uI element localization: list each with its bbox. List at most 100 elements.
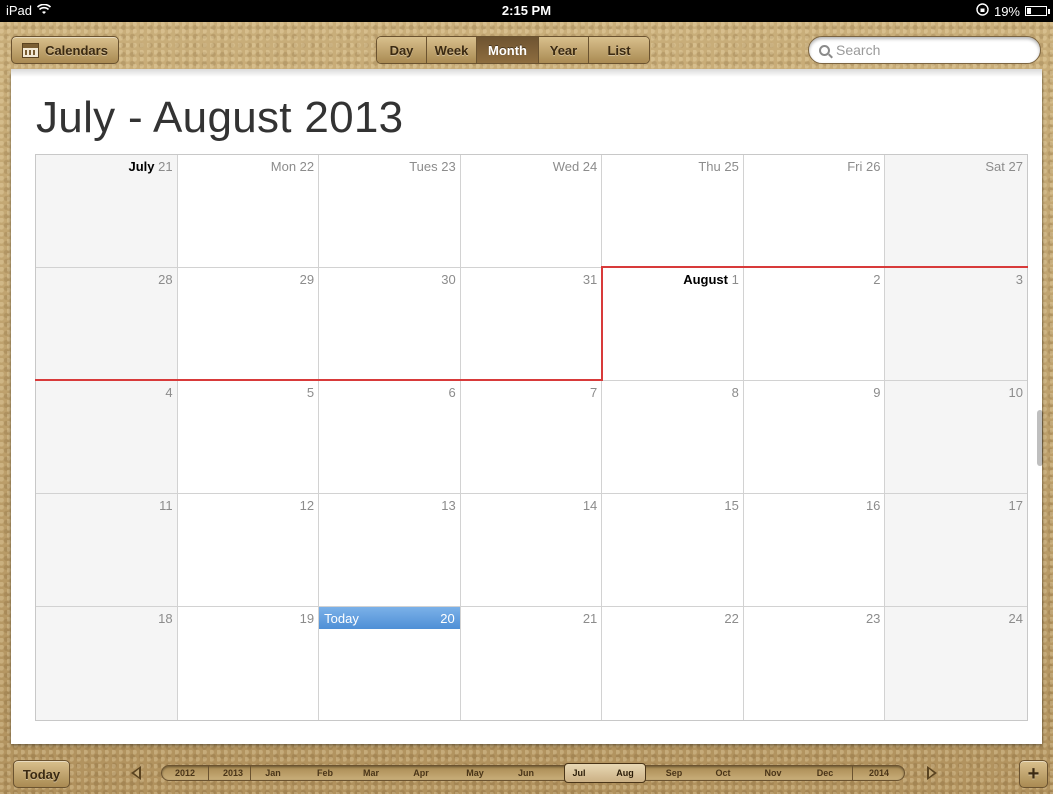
day-number: 16	[865, 498, 881, 513]
day-label: 16	[866, 498, 880, 513]
month-grid: July 21 Mon 22 Tues 23 Wed 24 Thu 25 Fri 26 Sa…	[35, 154, 1028, 721]
day-cell[interactable]: 14	[460, 494, 603, 607]
day-cell[interactable]: 7	[460, 381, 603, 494]
view-week-button[interactable]: Week	[427, 37, 477, 63]
day-cell[interactable]: 3	[885, 268, 1027, 381]
today-indicator: Today 20	[319, 607, 460, 629]
day-cell[interactable]: Fri 26	[743, 155, 886, 268]
day-cell[interactable]: 10	[885, 381, 1027, 494]
month-boundary-line	[602, 266, 1028, 268]
day-number: Thu 25	[698, 159, 739, 174]
day-cell[interactable]: 16	[743, 494, 886, 607]
day-cell[interactable]: 8	[602, 381, 744, 494]
day-cell[interactable]: 23	[743, 607, 886, 720]
view-list-button[interactable]: List	[589, 37, 649, 63]
day-cell[interactable]: 21	[460, 607, 603, 720]
day-cell[interactable]: August 1	[602, 268, 744, 381]
day-number: 31	[582, 272, 598, 287]
timeline-separator	[852, 766, 853, 780]
day-label: August 1	[683, 272, 739, 287]
timeline-item[interactable]: Aug	[611, 765, 639, 781]
timeline-item[interactable]: 2014	[860, 765, 898, 781]
today-button[interactable]: Today	[13, 760, 70, 788]
month-boundary-line	[601, 266, 603, 381]
day-cell[interactable]: 29	[177, 268, 320, 381]
day-number: 10	[1008, 385, 1023, 400]
calendars-button[interactable]: Calendars	[11, 36, 119, 64]
day-number: 4	[165, 385, 173, 400]
day-number: 6	[448, 385, 456, 400]
day-label: 17	[1009, 498, 1023, 513]
day-label: 18	[158, 611, 172, 626]
add-event-button[interactable]: +	[1019, 760, 1048, 788]
day-cell[interactable]: 13	[319, 494, 461, 607]
day-cell[interactable]: Today 20	[319, 607, 461, 720]
day-cell[interactable]: 22	[602, 607, 744, 720]
timeline-item[interactable]: Oct	[710, 765, 736, 781]
day-cell[interactable]: 31	[460, 268, 603, 381]
timeline-item[interactable]: 2012	[166, 765, 204, 781]
day-cell[interactable]: 12	[177, 494, 320, 607]
day-number: 28	[158, 272, 173, 287]
day-label: Tues 23	[409, 159, 456, 174]
day-cell[interactable]: 6	[319, 381, 461, 494]
day-label: Fri 26	[847, 159, 880, 174]
timeline-prev-arrow-icon[interactable]	[131, 766, 141, 780]
timeline-next-arrow-icon[interactable]	[927, 766, 937, 780]
day-number: 1	[728, 272, 739, 287]
day-number: 5	[306, 385, 315, 400]
day-cell[interactable]: 17	[885, 494, 1027, 607]
day-cell[interactable]: Sat 27	[885, 155, 1027, 268]
view-month-button[interactable]: Month	[477, 37, 539, 63]
day-cell[interactable]: 4	[36, 381, 178, 494]
month-name-label: July	[128, 159, 155, 174]
day-number: 21	[582, 611, 598, 626]
day-cell[interactable]: 18	[36, 607, 178, 720]
day-number: 9	[873, 385, 881, 400]
timeline-item[interactable]: Apr	[407, 765, 435, 781]
day-cell[interactable]: 2	[743, 268, 886, 381]
day-cell[interactable]: 30	[319, 268, 461, 381]
timeline-item[interactable]: Feb	[313, 765, 337, 781]
timeline-item[interactable]: Jan	[261, 765, 285, 781]
timeline-item[interactable]: Mar	[358, 765, 384, 781]
view-year-button[interactable]: Year	[539, 37, 589, 63]
timeline-item[interactable]: Dec	[808, 765, 842, 781]
day-label: July 21	[128, 159, 172, 174]
day-cell[interactable]: 19	[177, 607, 320, 720]
day-cell[interactable]: 15	[602, 494, 744, 607]
day-label: 11	[159, 498, 173, 513]
day-number: 11	[159, 498, 173, 513]
day-label: 12	[300, 498, 314, 513]
day-cell[interactable]: Wed 24	[460, 155, 603, 268]
timeline-item[interactable]: Jun	[512, 765, 540, 781]
day-cell[interactable]: 9	[743, 381, 886, 494]
calendar-icon	[22, 42, 40, 58]
day-label: 7	[590, 385, 597, 400]
day-number: 19	[299, 611, 315, 626]
day-number: Mon 22	[270, 159, 315, 174]
timeline-item[interactable]: Jul	[566, 765, 592, 781]
day-cell[interactable]: 24	[885, 607, 1027, 720]
day-cell[interactable]: Mon 22	[177, 155, 320, 268]
day-label: 31	[583, 272, 597, 287]
day-label: 6	[448, 385, 455, 400]
day-cell[interactable]: 11	[36, 494, 178, 607]
timeline-item[interactable]: Sep	[660, 765, 688, 781]
day-number: Sat 27	[985, 159, 1023, 174]
scroll-indicator[interactable]	[1037, 410, 1043, 466]
timeline-item[interactable]: 2013	[216, 765, 250, 781]
day-cell[interactable]: 5	[177, 381, 320, 494]
day-label: 4	[165, 385, 172, 400]
day-cell[interactable]: Tues 23	[319, 155, 461, 268]
day-cell[interactable]: July 21	[36, 155, 178, 268]
view-day-button[interactable]: Day	[377, 37, 427, 63]
search-input[interactable]: Search	[808, 36, 1041, 64]
day-label: 10	[1009, 385, 1023, 400]
timeline-item[interactable]: May	[461, 765, 489, 781]
timeline-separator	[250, 766, 251, 780]
day-cell[interactable]: Thu 25	[602, 155, 744, 268]
page-title: July - August 2013	[36, 93, 404, 142]
day-cell[interactable]: 28	[36, 268, 178, 381]
timeline-item[interactable]: Nov	[758, 765, 788, 781]
